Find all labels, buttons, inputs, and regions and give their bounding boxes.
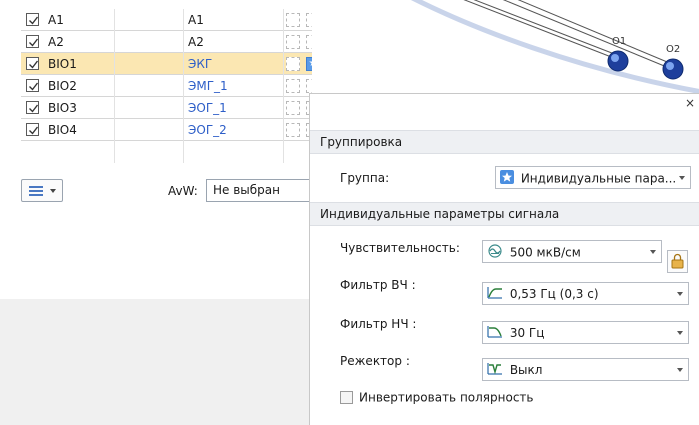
channel-label: A1 (188, 13, 204, 27)
channel-label: ЭОГ_1 (188, 101, 227, 115)
channel-checkbox[interactable] (26, 35, 39, 48)
channel-flag-cell[interactable] (286, 123, 300, 137)
channel-flag-cell[interactable] (286, 35, 300, 49)
grouping-section-header: Группировка (310, 130, 699, 154)
sensitivity-select[interactable]: 500 мкВ/см (482, 240, 662, 263)
check-icon (29, 104, 39, 113)
group-select[interactable]: Индивидуальные пара... (495, 166, 691, 189)
montage-line (502, 0, 675, 71)
electrode-label: O2 (666, 44, 680, 55)
channel-name: BIO3 (48, 101, 77, 115)
column-divider (114, 9, 115, 163)
hpf-label: Фильтр ВЧ : (340, 278, 416, 292)
avw-select[interactable]: Не выбран (206, 179, 316, 202)
check-icon (29, 60, 39, 69)
close-icon[interactable]: × (685, 96, 695, 110)
check-icon (29, 16, 39, 25)
chevron-down-icon (677, 368, 683, 372)
check-icon (29, 126, 39, 135)
list-menu-icon (29, 186, 43, 198)
chevron-down-icon (677, 292, 683, 296)
channel-name: BIO1 (48, 57, 77, 71)
channel-row[interactable]: BIO4 ЭОГ_2 (21, 119, 331, 141)
notch-value: Выкл (509, 363, 543, 377)
channel-label: ЭОГ_2 (188, 123, 227, 137)
group-label: Группа: (340, 171, 390, 185)
channel-name: BIO4 (48, 123, 77, 137)
montage-canvas[interactable]: O1 O2 (312, 0, 699, 94)
lpf-select[interactable]: 30 Гц (482, 321, 689, 344)
channel-properties-popup: × Группировка Группа: Индивидуальные пар… (309, 93, 699, 425)
hpf-value: 0,53 Гц (0,3 с) (509, 287, 599, 301)
column-divider (283, 9, 284, 163)
sensitivity-label: Чувствительность: (340, 241, 460, 255)
channel-checkbox[interactable] (26, 123, 39, 136)
channel-table-panel: A1A1A2A2BIO1ЭКГ★BIO2ЭМГ_1BIO3ЭОГ_1BIO4ЭО… (0, 0, 331, 299)
chevron-down-icon (679, 176, 685, 180)
head-outline (410, 0, 699, 94)
electrode-o2[interactable]: O2 (662, 44, 684, 80)
channel-row[interactable]: BIO3 ЭОГ_1 (21, 97, 331, 119)
chevron-down-icon (650, 250, 656, 254)
star-icon (500, 170, 514, 187)
check-icon (29, 38, 39, 47)
lpf-label: Фильтр НЧ : (340, 317, 417, 331)
invert-polarity-checkbox[interactable]: Инвертировать полярность (340, 390, 534, 405)
chevron-down-icon (50, 189, 56, 193)
channel-checkbox[interactable] (26, 57, 39, 70)
channel-label: ЭМГ_1 (188, 79, 228, 93)
sensitivity-icon (487, 244, 503, 261)
channel-row[interactable]: A1 A1 (21, 9, 331, 31)
channel-name: BIO2 (48, 79, 77, 93)
channel-flag-cell[interactable] (286, 13, 300, 27)
channel-flag-cell[interactable] (286, 57, 300, 71)
channel-checkbox[interactable] (26, 101, 39, 114)
channel-row[interactable]: BIO1ЭКГ★ (21, 53, 331, 75)
list-menu-button[interactable] (21, 179, 63, 202)
high-pass-filter-icon (487, 286, 503, 302)
channel-checkbox[interactable] (26, 13, 39, 26)
channel-name: A2 (48, 35, 64, 49)
column-divider (183, 9, 184, 163)
lpf-value: 30 Гц (509, 326, 545, 340)
channel-label: ЭКГ (188, 57, 213, 71)
notch-filter-icon (487, 362, 503, 378)
channel-flag-cell[interactable] (286, 79, 300, 93)
notch-select[interactable]: Выкл (482, 358, 689, 381)
notch-label: Режектор : (340, 354, 410, 368)
montage-line (517, 0, 673, 65)
sensitivity-value: 500 мкВ/см (509, 245, 581, 260)
individual-section-header: Индивидуальные параметры сигнала (310, 202, 699, 226)
channel-flag-cell[interactable] (286, 101, 300, 115)
avw-label: AvW: (168, 184, 198, 198)
hpf-select[interactable]: 0,53 Гц (0,3 с) (482, 282, 689, 305)
channel-label: A2 (188, 35, 204, 49)
chevron-down-icon (677, 331, 683, 335)
channel-row[interactable]: BIO2 ЭМГ_1 (21, 75, 331, 97)
channel-name: A1 (48, 13, 64, 27)
channel-row[interactable]: A2 A2 (21, 31, 331, 53)
invert-polarity-label: Инвертировать полярность (359, 390, 534, 405)
electrode-o1[interactable]: O1 (607, 36, 629, 72)
channel-checkbox[interactable] (26, 79, 39, 92)
electrode-label: O1 (612, 36, 626, 47)
low-pass-filter-icon (487, 325, 503, 341)
montage-diagram: O1 O2 (410, 0, 699, 94)
group-value: Индивидуальные пара... (520, 171, 677, 186)
lock-button[interactable] (667, 250, 688, 273)
checkbox[interactable] (340, 391, 353, 404)
lock-icon (671, 253, 684, 269)
check-icon (29, 82, 39, 91)
